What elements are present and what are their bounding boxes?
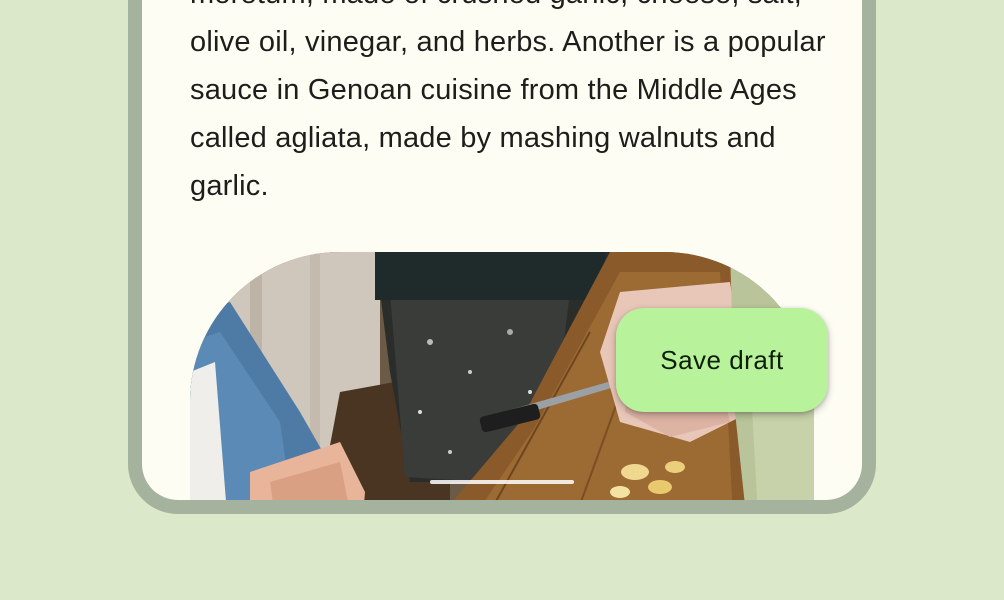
device-frame: moretum, made of crushed garlic, cheese,…	[128, 0, 876, 514]
article-body-text: moretum, made of crushed garlic, cheese,…	[190, 0, 826, 202]
save-draft-button[interactable]: Save draft	[616, 308, 828, 412]
home-indicator[interactable]	[430, 480, 574, 484]
app-screen: moretum, made of crushed garlic, cheese,…	[142, 0, 862, 500]
